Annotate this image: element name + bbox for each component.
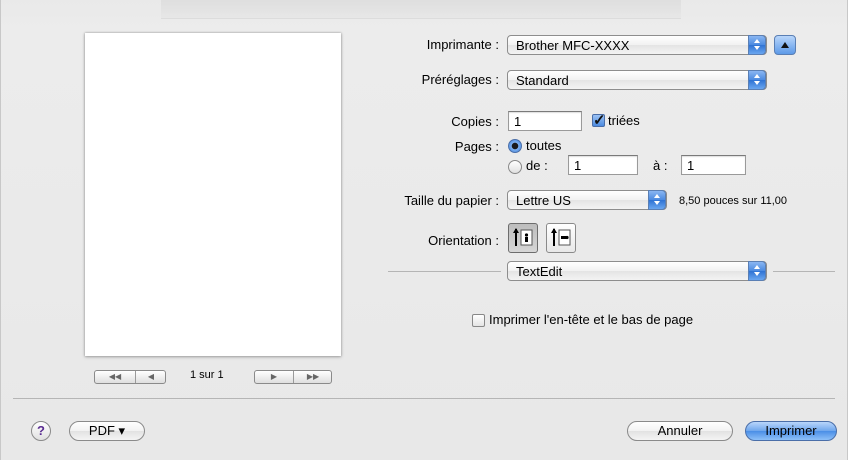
collated-label: triées: [608, 113, 640, 128]
section-divider-right: [773, 271, 835, 272]
presets-popup[interactable]: Standard: [507, 70, 767, 90]
print-button[interactable]: Imprimer: [745, 421, 837, 441]
portrait-orientation-icon[interactable]: [508, 223, 538, 253]
pages-range-radio[interactable]: [508, 160, 522, 174]
last-page-icon[interactable]: ▶▶: [294, 371, 332, 383]
previous-page-icon[interactable]: ◀: [136, 371, 166, 383]
next-last-page-buttons: ▶ ▶▶: [254, 370, 332, 384]
header-footer-checkbox[interactable]: [472, 314, 485, 327]
popup-arrows-icon: [648, 190, 666, 210]
paper-size-popup[interactable]: Lettre US: [507, 190, 667, 210]
pages-to-value: 1: [687, 158, 695, 173]
pages-to-field[interactable]: 1: [681, 155, 746, 175]
disclosure-triangle-icon[interactable]: [774, 35, 796, 55]
help-icon: ?: [37, 423, 45, 438]
presets-value: Standard: [516, 73, 569, 88]
page-preview: [85, 33, 341, 356]
pages-all-radio[interactable]: [508, 139, 522, 153]
section-value: TextEdit: [516, 264, 563, 279]
pages-to-label: à :: [653, 158, 668, 173]
page-indicator: 1 sur 1: [190, 369, 224, 381]
collated-checkbox[interactable]: [592, 111, 606, 129]
section-popup[interactable]: TextEdit: [507, 261, 767, 281]
copies-label: Copies :: [451, 114, 499, 129]
footer-divider: [13, 398, 835, 399]
paper-size-label: Taille du papier :: [404, 193, 499, 208]
pages-from-field[interactable]: 1: [568, 155, 638, 175]
header-footer-label: Imprimer l'en-tête et le bas de page: [489, 312, 694, 327]
orientation-label: Orientation :: [428, 233, 499, 248]
paper-dimensions: 8,50 pouces sur 11,00: [679, 195, 788, 207]
pages-all-label: toutes: [526, 138, 562, 153]
pages-label: Pages :: [454, 139, 499, 154]
popup-arrows-icon: [748, 261, 766, 281]
presets-label: Préréglages :: [421, 72, 499, 87]
first-prev-page-buttons: ◀◀ ◀: [94, 370, 166, 384]
printer-value: Brother MFC-XXXX: [516, 38, 630, 53]
printer-popup[interactable]: Brother MFC-XXXX: [507, 35, 767, 55]
next-page-icon[interactable]: ▶: [255, 371, 294, 383]
first-page-icon[interactable]: ◀◀: [95, 371, 136, 383]
pages-from-value: 1: [574, 158, 582, 173]
copies-value: 1: [514, 114, 522, 129]
pdf-button[interactable]: PDF ▾: [69, 421, 145, 441]
cancel-button[interactable]: Annuler: [627, 421, 733, 441]
print-dialog: ◀◀ ◀ 1 sur 1 ▶ ▶▶ Imprimante : Brother M…: [0, 0, 848, 460]
section-divider-left: [388, 271, 501, 272]
popup-arrows-icon: [748, 70, 766, 90]
printer-label: Imprimante :: [426, 37, 499, 52]
help-button[interactable]: ?: [31, 421, 51, 441]
toolbar-behind-sheet: [161, 0, 681, 19]
popup-arrows-icon: [748, 35, 766, 55]
paper-size-value: Lettre US: [516, 193, 571, 208]
landscape-orientation-icon[interactable]: [546, 223, 576, 253]
copies-field[interactable]: 1: [508, 111, 582, 131]
pages-from-label: de :: [526, 158, 548, 173]
